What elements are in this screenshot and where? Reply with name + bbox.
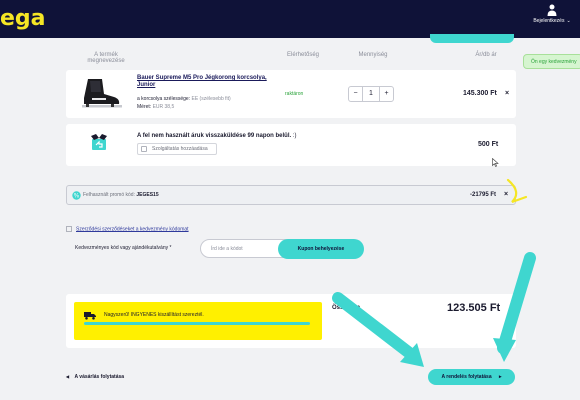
coupon-label: Kedvezményes kód vagy ajándékutalvány *	[75, 245, 172, 251]
side-discount-badge[interactable]: Ön egy kedvezmény	[523, 54, 580, 69]
skate-product-image[interactable]	[78, 76, 122, 112]
qty-value[interactable]: 1	[363, 87, 379, 101]
col-unit-price: Ár/db ár	[475, 52, 497, 58]
continue-order-label: A rendelés folytatása	[441, 374, 492, 380]
qty-plus-button[interactable]: +	[379, 87, 393, 101]
add-service-checkbox[interactable]: Szolgáltatás hozzáadása	[137, 143, 217, 155]
header-accent-tab	[430, 34, 514, 43]
return-service-title: A fel nem használt áruk visszaküldése 99…	[137, 133, 297, 139]
return-service-text: A fel nem használt áruk visszaküldése 99…	[137, 133, 292, 139]
attr-size-label: Méret:	[137, 104, 152, 110]
person-icon	[547, 4, 557, 16]
discount-tag-icon: %	[72, 191, 81, 200]
product-name-link[interactable]: Bauer Supreme M5 Pro Jégkorong korcsolya…	[137, 75, 277, 89]
remove-item-button[interactable]: ×	[505, 90, 509, 97]
arrow-right-icon: ▸	[499, 374, 502, 380]
continue-shopping-label: A vásárlás folytatása	[74, 374, 125, 380]
quantity-stepper: − 1 +	[348, 86, 394, 102]
return-box-icon	[91, 134, 107, 150]
promo-amount: -21795 Ft	[470, 192, 497, 198]
terms-checkbox[interactable]	[66, 226, 72, 232]
qty-minus-button[interactable]: −	[349, 87, 363, 101]
col-availability: Elérhetőség	[286, 52, 320, 58]
truck-icon	[84, 312, 96, 320]
remove-promo-button[interactable]: ×	[504, 191, 508, 198]
col-product: A termék megnevezése	[87, 52, 125, 64]
attr-width-value: EE (szélesebb fit)	[191, 96, 231, 102]
return-service-smiley: :)	[292, 133, 297, 139]
svg-text:%: %	[74, 193, 80, 200]
attr-width-label: a korcsolya szélessége:	[137, 96, 191, 102]
promo-code-value: JEGES15	[136, 192, 159, 198]
promo-code-label: Felhasznált promó kód: JEGES15	[83, 192, 159, 198]
total-amount: 123.505 Ft	[447, 302, 501, 314]
stock-status: raktáron	[285, 91, 304, 97]
attr-size-value: EUR 38,5	[152, 104, 175, 110]
login-menu[interactable]: Bejelentkezés ⌄	[527, 4, 577, 24]
free-shipping-box: Nagyszerű! INGYENES kiszállítást szerezt…	[74, 302, 322, 340]
promo-code-bar: % Felhasznált promó kód: JEGES15 -21795 …	[66, 185, 516, 205]
coupon-placeholder: Írd ide a kódot	[211, 246, 243, 252]
col-quantity: Mennyiség	[358, 52, 388, 58]
promo-label-text: Felhasznált promó kód:	[83, 192, 135, 198]
apply-coupon-button[interactable]: Kupon behelyezése	[278, 239, 364, 259]
chevron-down-icon: ⌄	[566, 18, 571, 24]
top-bar: ega Bejelentkezés ⌄	[0, 0, 580, 38]
terms-link[interactable]: Szerződési szerződéseket a kedvezmény kó…	[76, 226, 189, 232]
continue-shopping-link[interactable]: ◀ A vásárlás folytatása	[66, 374, 124, 380]
terms-checkbox-row[interactable]: Szerződési szerződéseket a kedvezmény kó…	[66, 226, 189, 232]
continue-order-button[interactable]: A rendelés folytatása ▸	[428, 369, 515, 385]
shipping-progress-bar	[84, 322, 310, 325]
service-price: 500 Ft	[478, 141, 499, 148]
product-price: 145.300 Ft	[463, 90, 497, 97]
logo[interactable]: ega	[0, 6, 46, 31]
shipping-progress-fill	[84, 322, 310, 325]
service-checkbox-box[interactable]	[141, 146, 147, 152]
free-shipping-text: Nagyszerű! INGYENES kiszállítást szerezt…	[104, 312, 204, 318]
back-arrow-icon: ◀	[66, 374, 70, 379]
return-service-card	[66, 124, 516, 166]
login-label: Bejelentkezés	[533, 18, 565, 24]
product-attr-width: a korcsolya szélessége: EE (szélesebb fi…	[137, 96, 231, 102]
mouse-cursor-icon	[492, 158, 499, 167]
product-attr-size: Méret: EUR 38,5	[137, 104, 174, 110]
total-label: Összesen	[332, 305, 361, 311]
service-checkbox-label: Szolgáltatás hozzáadása	[152, 146, 208, 152]
